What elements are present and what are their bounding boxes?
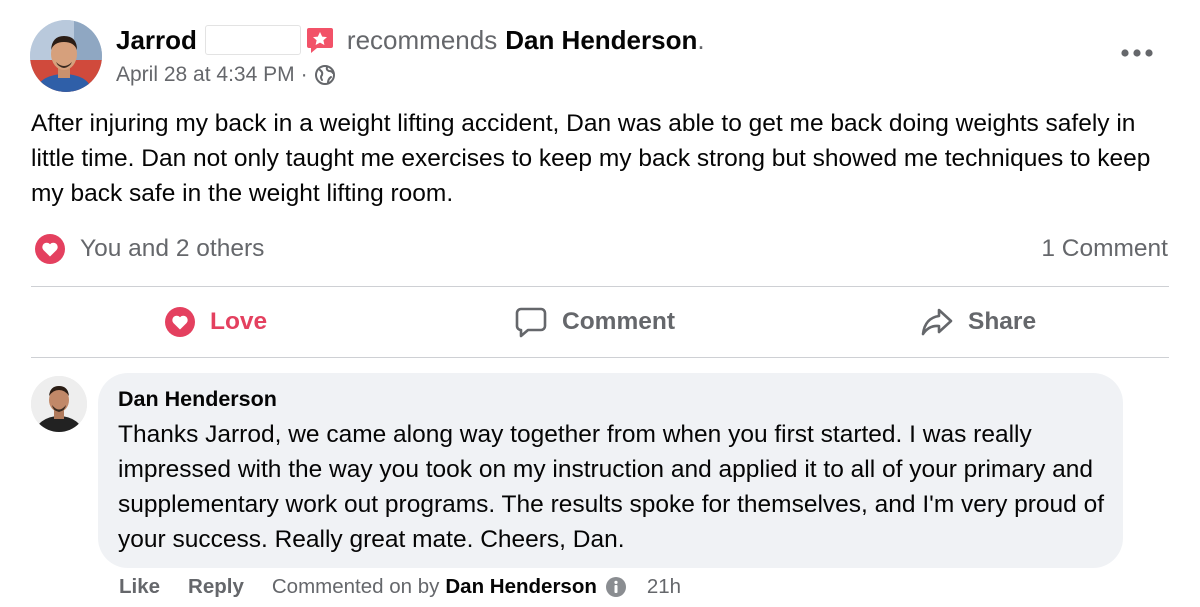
share-arrow-icon: [920, 306, 954, 338]
post-timestamp[interactable]: April 28 at 4:34 PM: [116, 63, 295, 87]
more-options-icon[interactable]: [1110, 36, 1164, 70]
commented-by-name[interactable]: Dan Henderson: [445, 575, 597, 599]
comment-author[interactable]: Dan Henderson: [118, 387, 277, 412]
share-label: Share: [968, 308, 1037, 335]
comment-timestamp[interactable]: 21h: [647, 575, 681, 599]
love-button[interactable]: Love: [164, 300, 267, 344]
love-label: Love: [210, 308, 268, 335]
post-header: Jarrod recommends Dan Henderson .: [116, 22, 705, 58]
share-button[interactable]: Share: [920, 300, 1036, 344]
comment-label: Comment: [562, 308, 675, 335]
author-avatar[interactable]: [30, 20, 102, 92]
love-reaction-icon: [34, 233, 66, 265]
recommendation-post: Jarrod recommends Dan Henderson . April …: [0, 0, 1200, 607]
info-icon[interactable]: [605, 576, 627, 598]
comment-bubble-icon: [514, 306, 548, 338]
commented-on-by-label: Commented on by: [271, 575, 440, 598]
meta-separator: ·: [300, 63, 308, 86]
comment-button[interactable]: Comment: [514, 300, 675, 344]
comment-actions: Like Reply Commented on by Dan Henderson…: [119, 572, 681, 602]
comment-text: Thanks Jarrod, we came along way togethe…: [118, 421, 1105, 553]
reactions-summary[interactable]: You and 2 others: [34, 232, 264, 266]
comment-count[interactable]: 1 Comment: [1041, 232, 1168, 266]
recommends-verb: recommends: [346, 24, 498, 55]
recommended-page-name[interactable]: Dan Henderson: [505, 25, 697, 56]
author-name[interactable]: Jarrod: [116, 25, 197, 56]
comment-bubble: Dan Henderson Thanks Jarrod, we came alo…: [98, 373, 1123, 568]
post-meta: April 28 at 4:34 PM ·: [116, 60, 336, 90]
recommendation-star-icon: [305, 25, 335, 55]
post-body: After injuring my back in a weight lifti…: [31, 110, 1151, 207]
header-period: .: [697, 24, 705, 55]
love-heart-icon: [164, 306, 196, 338]
comment-reply-link[interactable]: Reply: [188, 575, 244, 599]
comment-like-link[interactable]: Like: [119, 575, 160, 599]
reactions-summary-text: You and 2 others: [80, 235, 265, 262]
redacted-surname: [204, 25, 301, 55]
divider-bottom: [31, 357, 1169, 358]
divider-top: [31, 286, 1169, 287]
globe-icon[interactable]: [314, 64, 336, 86]
commenter-avatar[interactable]: [31, 376, 87, 432]
